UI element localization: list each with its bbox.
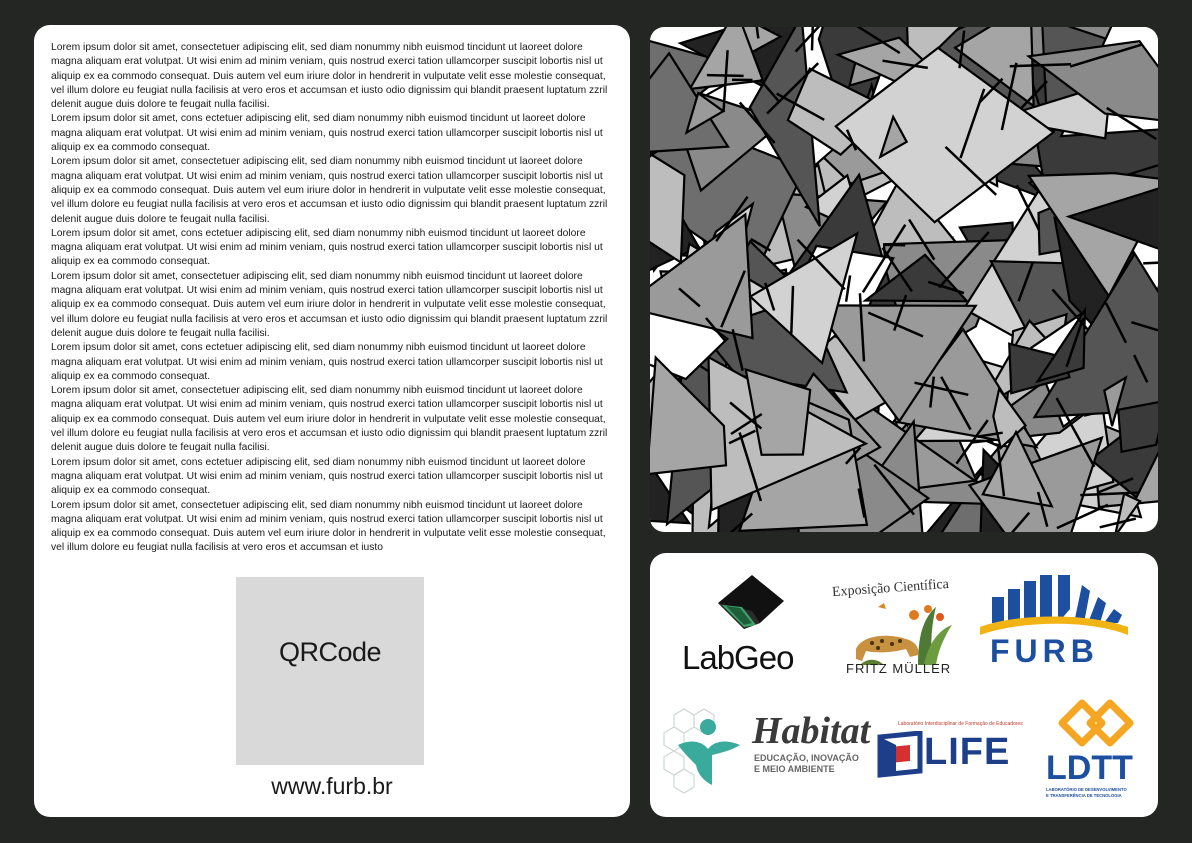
- labgeo-name: LabGeo: [682, 639, 794, 676]
- abstract-art-panel: [650, 27, 1158, 532]
- ldtt-logo: LDTT LABORATÓRIO DE DESENVOLVIMENTO E TR…: [1044, 699, 1148, 809]
- paragraph: Lorem ipsum dolor sit amet, cons ectetue…: [51, 342, 603, 382]
- crack-line: [790, 285, 795, 334]
- ldtt-tagline-2: E TRANSFERÊNCIA DE TECNOLOGIA: [1046, 793, 1122, 798]
- habitat-name: Habitat: [752, 710, 871, 752]
- text-panel: Lorem ipsum dolor sit amet, consectetuer…: [34, 25, 630, 817]
- paragraph: Lorem ipsum dolor sit amet, cons ectetue…: [51, 113, 603, 154]
- crack-line: [883, 243, 906, 247]
- partner-logos-panel: LabGeo Exposição Científica FRITZ MÜLLER: [650, 553, 1158, 817]
- furb-logo: FURB: [978, 573, 1130, 673]
- paragraph: Lorem ipsum dolor sit amet, consectetuer…: [51, 42, 608, 111]
- glass-shard: [650, 153, 686, 265]
- habitat-figure-icon: [663, 708, 740, 794]
- chain-link-icon: [1058, 699, 1134, 747]
- paragraph: Lorem ipsum dolor sit amet, consectetuer…: [51, 270, 608, 339]
- ldtt-tagline-1: LABORATÓRIO DE DESENVOLVIMENTO: [1046, 787, 1127, 792]
- expo-fritz-muller-logo: Exposição Científica FRITZ MÜLLER: [826, 563, 976, 681]
- labgeo-logo: LabGeo: [680, 571, 820, 681]
- habitat-tagline-2: E MEIO AMBIENTE: [754, 764, 835, 774]
- habitat-logo: Habitat EDUCAÇÃO, INOVAÇÃO E MEIO AMBIEN…: [660, 703, 870, 803]
- furb-building-icon: [980, 575, 1128, 635]
- paragraph: Lorem ipsum dolor sit amet, consectetuer…: [51, 156, 608, 225]
- life-frame-icon: [877, 731, 923, 778]
- paragraph: Lorem ipsum dolor sit amet, consectetuer…: [51, 499, 606, 554]
- expo-arc-text: Exposição Científica: [831, 576, 950, 601]
- qr-code-placeholder[interactable]: QRCode: [236, 577, 424, 765]
- habitat-tagline-1: EDUCAÇÃO, INOVAÇÃO: [754, 753, 859, 763]
- life-tagline: Laboratório Interdisciplinar de Formação…: [898, 721, 1023, 727]
- crack-line: [810, 27, 814, 51]
- life-logo: Laboratório Interdisciplinar de Formação…: [876, 721, 1032, 785]
- shattered-glass-art: [650, 27, 1158, 532]
- ldtt-name: LDTT: [1046, 749, 1133, 787]
- furb-name: FURB: [990, 633, 1099, 669]
- paragraph: Lorem ipsum dolor sit amet, consectetuer…: [51, 385, 608, 454]
- paragraph: Lorem ipsum dolor sit amet, cons ectetue…: [51, 456, 603, 497]
- glass-shard: [1117, 401, 1158, 454]
- body-text: Lorem ipsum dolor sit amet, consectetuer…: [51, 41, 611, 556]
- expo-sub-text: FRITZ MÜLLER: [846, 661, 952, 676]
- life-name: LIFE: [924, 731, 1011, 773]
- website-link[interactable]: www.furb.br: [34, 773, 630, 800]
- jaguar-plants-icon: [856, 603, 952, 665]
- paragraph: Lorem ipsum dolor sit amet, cons ectetue…: [51, 227, 603, 268]
- qr-code-label: QRCode: [278, 637, 382, 667]
- labgeo-cube-icon: [718, 575, 784, 629]
